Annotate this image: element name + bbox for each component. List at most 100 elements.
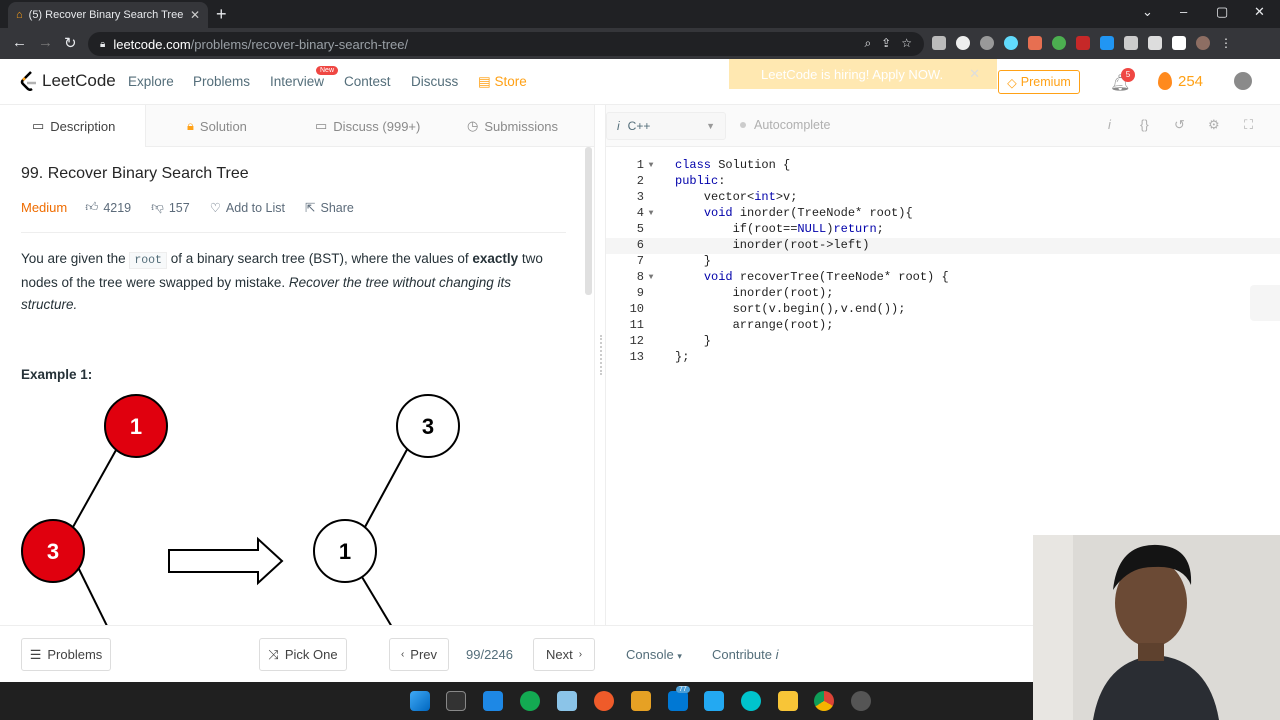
blue-extension-icon[interactable] [1100, 36, 1114, 50]
github-extension-icon[interactable] [956, 36, 970, 50]
camera-extension-icon[interactable] [932, 36, 946, 50]
fold-icon[interactable]: ▼ [644, 206, 658, 222]
zoom-icon[interactable]: ⌕ [864, 36, 871, 51]
code-text: class Solution { [675, 158, 791, 172]
language-value: C++ [627, 119, 651, 133]
react-extension-icon[interactable] [1004, 36, 1018, 50]
pick-one-button[interactable]: ⤨ Pick One [259, 638, 347, 671]
chrome-icon[interactable] [814, 691, 834, 711]
close-window-icon[interactable]: ✕ [1254, 4, 1265, 20]
add-to-list-button[interactable]: ♡ Add to List [209, 200, 285, 216]
tab-solution[interactable]: 🔒︎ Solution [187, 105, 247, 147]
panel-splitter[interactable] [594, 105, 606, 625]
tab-search-icon[interactable]: ⌄ [1142, 4, 1153, 20]
heart-icon: ♡ [209, 201, 221, 215]
windows-start-icon[interactable] [410, 691, 430, 711]
close-tab-icon[interactable]: ✕ [190, 8, 200, 22]
canva-icon[interactable] [741, 691, 761, 711]
app-icon[interactable] [557, 691, 577, 711]
tab-submissions[interactable]: ◷ Submissions [467, 105, 558, 147]
editor-toolbar: i C++ ▼ Autocomplete i {} ↺ ⚙ ⛶ [606, 105, 1280, 147]
fold-icon[interactable]: ▼ [644, 158, 658, 174]
sidebar-icon[interactable] [1172, 36, 1186, 50]
contribute-button[interactable]: Contribute i [712, 647, 779, 662]
problems-list-button[interactable]: ☰ Problems [21, 638, 111, 671]
reload-icon[interactable]: ↻ [64, 34, 77, 52]
share-page-icon[interactable]: ⇪ [881, 36, 891, 51]
tab-description-label: Description [50, 118, 116, 134]
line-number: 2 [636, 174, 644, 188]
node-label: 1 [339, 539, 351, 564]
add-extension-icon[interactable] [1052, 36, 1066, 50]
braces-icon[interactable]: {} [1140, 117, 1149, 132]
streak-counter[interactable]: 254 [1158, 72, 1203, 90]
browser-tab[interactable]: ⌂ (5) Recover Binary Search Tree - L ✕ [8, 2, 208, 28]
hiring-banner[interactable]: LeetCode is hiring! Apply NOW. ✕ [729, 59, 997, 89]
code-text: } [675, 334, 712, 348]
reset-icon[interactable]: ↺ [1174, 117, 1185, 133]
nav-interview[interactable]: Interview [270, 74, 324, 89]
new-tab-icon[interactable]: + [216, 4, 227, 25]
prev-button[interactable]: ‹ Prev [389, 638, 449, 671]
info-icon[interactable]: i [1108, 117, 1111, 132]
user-avatar[interactable] [1234, 72, 1252, 90]
back-icon[interactable]: ← [12, 34, 27, 51]
premium-button[interactable]: ◇ Premium [998, 70, 1080, 94]
puzzle-extensions-icon[interactable] [1148, 36, 1162, 50]
console-toggle[interactable]: Console ▾ [626, 647, 682, 662]
arrow-right-icon [168, 536, 284, 586]
terminal-icon[interactable] [446, 691, 466, 711]
thumbs-down-icon: 👎︎ [151, 200, 164, 214]
vscode-icon[interactable] [704, 691, 724, 711]
code-text: inorder(root->left) [675, 238, 870, 252]
code-text: vector<int>v; [675, 190, 798, 204]
maximize-icon[interactable]: ▢ [1216, 4, 1228, 20]
red-extension-icon[interactable] [1076, 36, 1090, 50]
nav-problems[interactable]: Problems [193, 74, 250, 89]
list-icon: ☰ [29, 646, 42, 662]
leetcode-logo-icon [20, 71, 36, 91]
side-panel-handle[interactable] [1250, 285, 1280, 321]
target-extension-icon[interactable] [980, 36, 994, 50]
code-line: 3 vector<int>v; [606, 190, 1280, 206]
github-desktop-icon[interactable] [851, 691, 871, 711]
leetcode-logo[interactable]: LeetCode [20, 71, 116, 91]
tab-description[interactable]: ▭ Description [0, 105, 146, 147]
fold-icon[interactable]: ▼ [644, 270, 658, 286]
code-line-current: 6 inorder(root->left) [606, 238, 1280, 254]
todo-check-icon[interactable] [483, 691, 503, 711]
close-banner-icon[interactable]: ✕ [969, 66, 980, 82]
tab-discuss[interactable]: ▭ Discuss (999+) [315, 105, 420, 147]
mongodb-icon[interactable] [520, 691, 540, 711]
next-button[interactable]: Next › [533, 638, 595, 671]
profile-avatar-icon[interactable] [1196, 36, 1210, 50]
file-explorer-icon[interactable] [778, 691, 798, 711]
leetcode-favicon-icon: ⌂ [16, 9, 23, 21]
menu-icon[interactable]: ⋮ [1220, 36, 1234, 50]
sublime-icon[interactable] [631, 691, 651, 711]
settings-icon[interactable]: ⚙ [1208, 117, 1220, 133]
nav-store[interactable]: ▤ Store [478, 74, 527, 90]
forward-icon[interactable]: → [38, 34, 53, 51]
description-scrollbar[interactable] [585, 147, 592, 295]
store-app-icon[interactable] [668, 691, 688, 711]
bookmark-star-icon[interactable]: ☆ [901, 36, 912, 51]
nav-discuss[interactable]: Discuss [411, 74, 458, 89]
shield-extension-icon[interactable] [1124, 36, 1138, 50]
nav-explore[interactable]: Explore [128, 74, 174, 89]
dislike-button[interactable]: 👎︎ 157 [151, 200, 190, 215]
nav-contest[interactable]: Contest [344, 74, 391, 89]
minimize-icon[interactable]: – [1180, 4, 1187, 19]
edit-extension-icon[interactable] [1028, 36, 1042, 50]
node-label: 3 [47, 539, 59, 564]
description-tabs: ▭ Description 🔒︎ Solution ▭ Discuss (999+) … [0, 105, 594, 147]
like-button[interactable]: 👍︎ 4219 [85, 200, 131, 215]
line-number: 11 [629, 318, 644, 332]
language-select[interactable]: i C++ ▼ [606, 112, 726, 140]
lock-icon: 🔒︎ [187, 118, 194, 133]
autocomplete-toggle[interactable]: Autocomplete [740, 118, 830, 132]
share-button[interactable]: ⇱ Share [305, 200, 354, 216]
url-input[interactable]: 🔒︎ leetcode.com/problems/recover-binary-… [88, 32, 924, 56]
postman-icon[interactable] [594, 691, 614, 711]
fullscreen-icon[interactable]: ⛶ [1244, 117, 1253, 133]
